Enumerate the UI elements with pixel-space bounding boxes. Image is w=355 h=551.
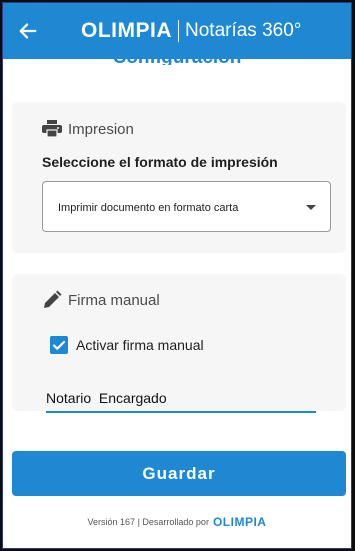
format-label: Seleccione el formato de impresión — [42, 154, 278, 170]
dropdown-arrow-icon — [306, 205, 316, 210]
save-button[interactable]: Guardar — [12, 451, 346, 496]
signature-settings-card: Firma manual Activar firma manual — [12, 274, 346, 413]
print-format-value: Imprimir documento en formato carta — [58, 202, 239, 214]
brand-logo: OLIMPIA — [81, 19, 172, 42]
manual-signature-checkbox[interactable] — [50, 336, 68, 354]
page-title: Configuración — [112, 47, 242, 65]
footer-version-text: Versión 167 | Desarrollado por — [87, 517, 209, 527]
back-arrow-icon[interactable] — [17, 19, 39, 43]
print-section-header: Impresion — [42, 120, 134, 138]
print-section-title: Impresion — [68, 120, 134, 138]
pencil-icon — [44, 290, 62, 308]
footer: Versión 167 | Desarrollado por OLIMPIA — [3, 515, 351, 529]
print-format-select[interactable]: Imprimir documento en formato carta — [42, 181, 331, 232]
manual-signature-checkbox-row[interactable]: Activar firma manual — [50, 336, 204, 354]
signature-section-header: Firma manual — [42, 290, 160, 310]
signature-section-title: Firma manual — [68, 291, 160, 309]
brand-subtitle: Notarías 360° — [185, 20, 302, 41]
signature-name-input[interactable] — [46, 385, 316, 413]
printer-icon — [42, 120, 62, 138]
brand-divider — [178, 20, 179, 42]
app-frame: OLIMPIA Notarías 360° Configuración Impr… — [2, 2, 352, 549]
footer-logo: OLIMPIA — [212, 515, 267, 529]
print-settings-card: Impresion Seleccione el formato de impre… — [12, 102, 346, 253]
brand: OLIMPIA Notarías 360° — [81, 17, 301, 45]
checkmark-icon — [52, 340, 66, 350]
manual-signature-label: Activar firma manual — [76, 337, 204, 353]
